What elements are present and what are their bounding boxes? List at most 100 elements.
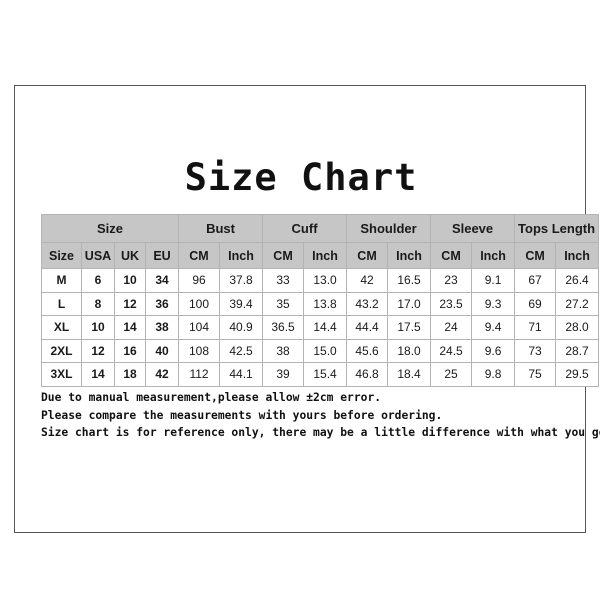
table-row: 2XL 12 16 40 108 42.5 38 15.0 45.6 18.0 24.5 9.6 73 2… bbox=[41, 338, 600, 363]
note-line: Size chart is for reference only, there … bbox=[41, 426, 600, 439]
measurement-cell: 15.4 bbox=[303, 362, 348, 387]
size-chart-container: Size Bust Cuff Shoulder Sleeve Tops Length Si… bbox=[40, 214, 600, 387]
sub-header-cell: CM bbox=[262, 242, 305, 269]
measurement-cell: 13.8 bbox=[303, 291, 348, 316]
table-row: M 6 10 34 96 37.8 33 13.0 42 16.5 23 9.1 67 26.4 bbox=[41, 268, 600, 293]
measurement-cell: 17.0 bbox=[387, 291, 432, 316]
group-header-row: Size Bust Cuff Shoulder Sleeve Tops Length bbox=[40, 214, 600, 243]
measurement-cell: 10 bbox=[114, 268, 146, 293]
measurement-cell: 42 bbox=[346, 268, 389, 293]
measurement-cell: 39 bbox=[262, 362, 305, 387]
measurement-cell: 9.3 bbox=[471, 291, 516, 316]
measurement-cell: 15.0 bbox=[303, 338, 348, 363]
measurement-cell: 23 bbox=[430, 268, 473, 293]
sub-header-cell: Inch bbox=[387, 242, 432, 269]
measurement-cell: 67 bbox=[514, 268, 557, 293]
measurement-cell: 9.8 bbox=[471, 362, 516, 387]
measurement-cell: 24 bbox=[430, 315, 473, 340]
note-line: Due to manual measurement,please allow ±… bbox=[41, 391, 382, 404]
measurement-cell: 42 bbox=[144, 362, 180, 387]
measurement-cell: 100 bbox=[178, 291, 221, 316]
table-row: XL 10 14 38 104 40.9 36.5 14.4 44.4 17.5 24 9.4 71 28… bbox=[41, 315, 600, 340]
measurement-cell: 23.5 bbox=[430, 291, 473, 316]
size-label-cell: 3XL bbox=[41, 362, 82, 387]
measurement-cell: 38 bbox=[262, 338, 305, 363]
measurement-cell: 10 bbox=[81, 315, 115, 340]
page-root: Size Chart Size Bust Cuff Shoulder Sleeve Top… bbox=[0, 0, 600, 600]
measurement-cell: 6 bbox=[81, 268, 115, 293]
sub-header-cell: Inch bbox=[219, 242, 264, 269]
measurement-cell: 42.5 bbox=[219, 338, 264, 363]
measurement-cell: 9.1 bbox=[471, 268, 516, 293]
measurement-cell: 40.9 bbox=[219, 315, 264, 340]
sub-header-cell: Inch bbox=[303, 242, 348, 269]
sub-header-cell: CM bbox=[430, 242, 473, 269]
group-header-sleeve: Sleeve bbox=[430, 214, 516, 243]
chart-frame: Size Chart Size Bust Cuff Shoulder Sleeve Top… bbox=[14, 85, 600, 533]
measurement-cell: 16.5 bbox=[387, 268, 432, 293]
measurement-cell: 14 bbox=[81, 362, 115, 387]
measurement-cell: 36.5 bbox=[262, 315, 305, 340]
measurement-cell: 24.5 bbox=[430, 338, 473, 363]
measurement-cell: 8 bbox=[81, 291, 115, 316]
group-header-cuff: Cuff bbox=[262, 214, 348, 243]
measurement-cell: 45.6 bbox=[346, 338, 389, 363]
measurement-cell: 29.5 bbox=[555, 362, 600, 387]
measurement-cell: 9.4 bbox=[471, 315, 516, 340]
measurement-cell: 34 bbox=[144, 268, 180, 293]
measurement-cell: 69 bbox=[514, 291, 557, 316]
group-header-bust: Bust bbox=[178, 214, 264, 243]
sub-header-row: Size USA UK EU CM Inch CM Inch CM Inch CM Inch CM Inc… bbox=[41, 242, 600, 269]
measurement-cell: 44.1 bbox=[219, 362, 264, 387]
measurement-cell: 28.0 bbox=[555, 315, 600, 340]
measurement-cell: 96 bbox=[178, 268, 221, 293]
measurement-cell: 73 bbox=[514, 338, 557, 363]
measurement-cell: 112 bbox=[178, 362, 221, 387]
size-label-cell: XL bbox=[41, 315, 82, 340]
measurement-cell: 18 bbox=[114, 362, 146, 387]
measurement-cell: 36 bbox=[144, 291, 180, 316]
measurement-cell: 14 bbox=[114, 315, 146, 340]
measurement-cell: 46.8 bbox=[346, 362, 389, 387]
note-line: Please compare the measurements with you… bbox=[41, 408, 443, 422]
measurement-notes: Due to manual measurement,please allow ±… bbox=[41, 389, 600, 442]
table-row: 3XL 14 18 42 112 44.1 39 15.4 46.8 18.4 25 9.8 75 29.… bbox=[41, 362, 600, 387]
sub-header-cell: UK bbox=[114, 242, 146, 269]
measurement-cell: 75 bbox=[514, 362, 557, 387]
sub-header-cell: CM bbox=[514, 242, 557, 269]
table-row: L 8 12 36 100 39.4 35 13.8 43.2 17.0 23.5 9.3 69 27.2 bbox=[41, 291, 600, 316]
table-body: M 6 10 34 96 37.8 33 13.0 42 16.5 23 9.1 67 26.4 L 8 12 3… bbox=[41, 268, 600, 387]
sub-header-cell: Size bbox=[41, 242, 82, 269]
sub-header-cell: EU bbox=[144, 242, 180, 269]
group-header-shoulder: Shoulder bbox=[346, 214, 432, 243]
measurement-cell: 71 bbox=[514, 315, 557, 340]
measurement-cell: 25 bbox=[430, 362, 473, 387]
measurement-cell: 43.2 bbox=[346, 291, 389, 316]
sub-header-cell: USA bbox=[81, 242, 115, 269]
measurement-cell: 40 bbox=[144, 338, 180, 363]
measurement-cell: 35 bbox=[262, 291, 305, 316]
sub-header-cell: CM bbox=[346, 242, 389, 269]
measurement-cell: 26.4 bbox=[555, 268, 600, 293]
size-label-cell: M bbox=[41, 268, 82, 293]
measurement-cell: 44.4 bbox=[346, 315, 389, 340]
sub-header-cell: CM bbox=[178, 242, 221, 269]
group-header-size: Size bbox=[40, 214, 180, 243]
measurement-cell: 33 bbox=[262, 268, 305, 293]
measurement-cell: 38 bbox=[144, 315, 180, 340]
measurement-cell: 104 bbox=[178, 315, 221, 340]
measurement-cell: 13.0 bbox=[303, 268, 348, 293]
measurement-cell: 14.4 bbox=[303, 315, 348, 340]
size-label-cell: L bbox=[41, 291, 82, 316]
sub-header-cell: Inch bbox=[555, 242, 600, 269]
sub-header-cell: Inch bbox=[471, 242, 516, 269]
measurement-cell: 12 bbox=[114, 291, 146, 316]
page-title: Size Chart bbox=[184, 156, 418, 199]
measurement-cell: 27.2 bbox=[555, 291, 600, 316]
measurement-cell: 37.8 bbox=[219, 268, 264, 293]
measurement-cell: 9.6 bbox=[471, 338, 516, 363]
measurement-cell: 16 bbox=[114, 338, 146, 363]
measurement-cell: 28.7 bbox=[555, 338, 600, 363]
table-header: Size Bust Cuff Shoulder Sleeve Tops Length Si… bbox=[40, 214, 600, 269]
measurement-cell: 18.4 bbox=[387, 362, 432, 387]
